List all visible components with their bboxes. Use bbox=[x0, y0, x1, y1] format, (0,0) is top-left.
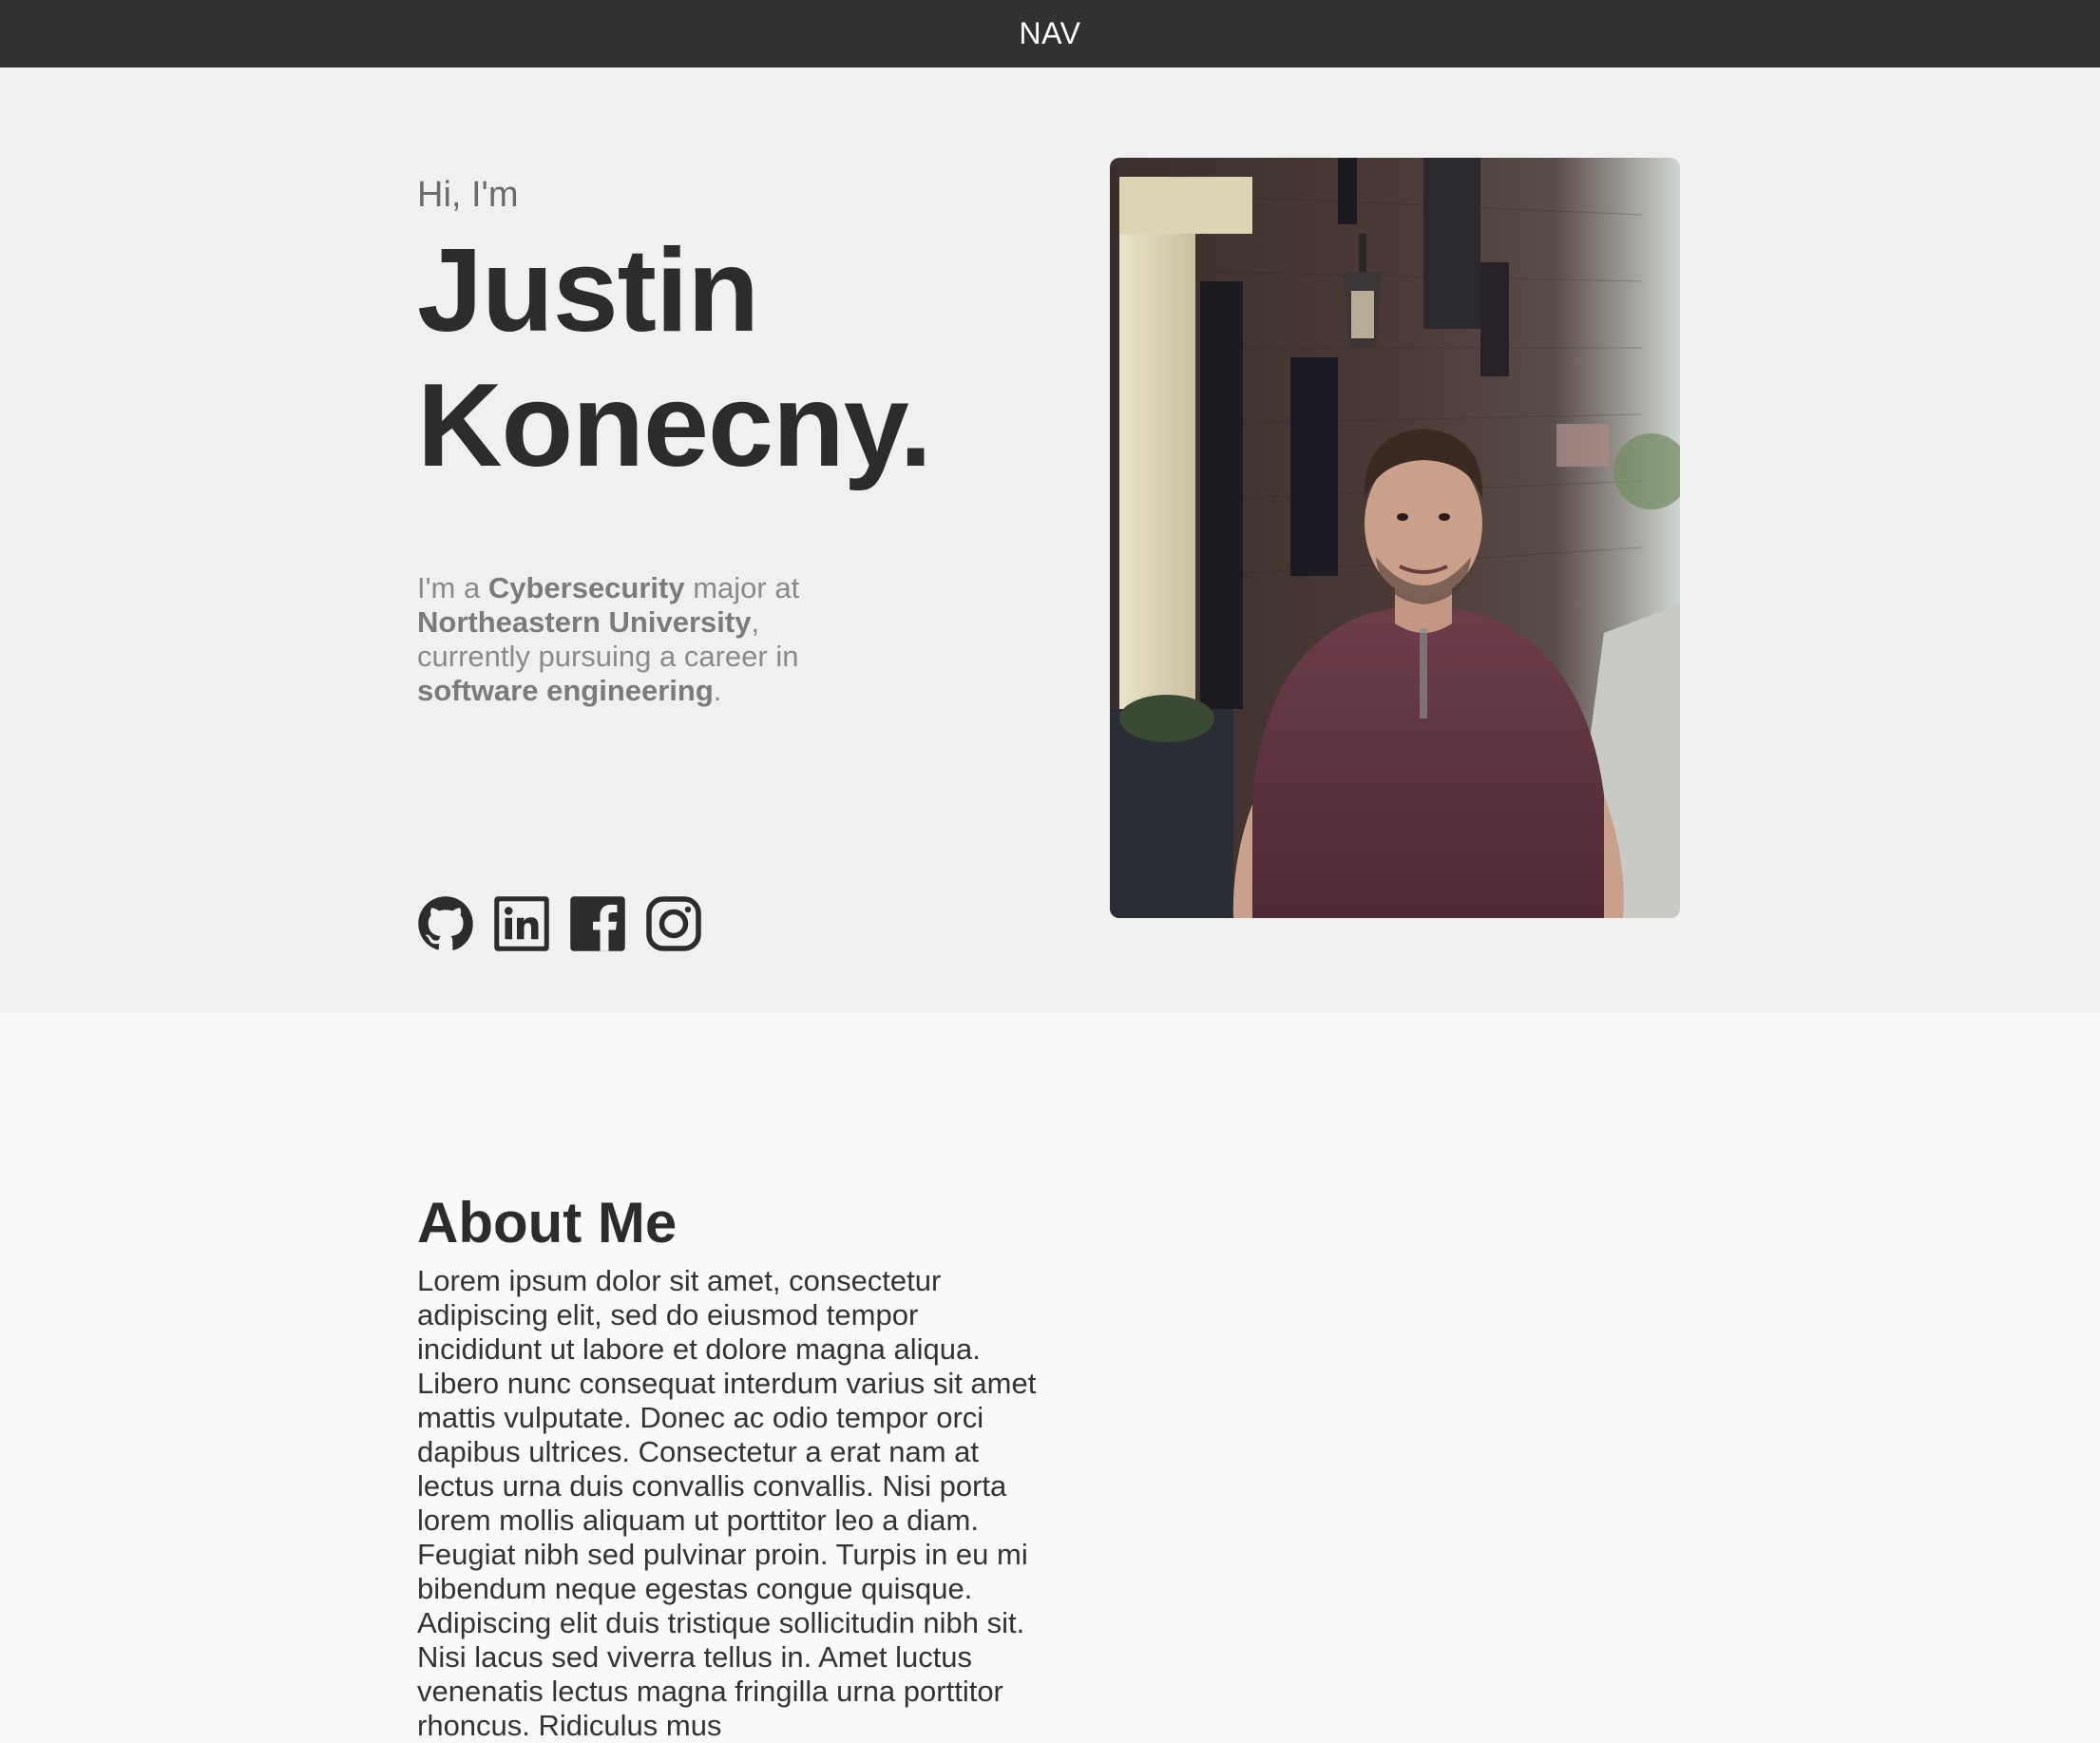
tagline-part: I'm a bbox=[417, 571, 488, 604]
tagline-part: . bbox=[713, 674, 722, 707]
linkedin-icon bbox=[494, 896, 549, 951]
github-link[interactable] bbox=[417, 895, 474, 952]
tagline-part: major at bbox=[684, 571, 800, 604]
nav-label[interactable]: NAV bbox=[1020, 16, 1081, 51]
instagram-link[interactable] bbox=[645, 895, 702, 952]
name-heading: Justin Konecny. bbox=[417, 223, 1006, 493]
tagline-university: Northeastern University bbox=[417, 605, 752, 639]
last-name: Konecny. bbox=[417, 359, 932, 491]
tagline-major: Cybersecurity bbox=[487, 571, 685, 604]
intro-block: Hi, I'm Justin Konecny. bbox=[417, 174, 1006, 493]
profile-photo bbox=[1110, 158, 1680, 918]
facebook-icon bbox=[570, 896, 625, 951]
github-icon bbox=[418, 896, 473, 950]
about-heading: About Me bbox=[417, 1191, 678, 1255]
profile-photo-image bbox=[1110, 158, 1680, 918]
tagline-career: software engineering bbox=[417, 674, 714, 707]
top-navbar: NAV bbox=[0, 0, 2100, 67]
linkedin-link[interactable] bbox=[493, 895, 550, 952]
about-section: About Me Lorem ipsum dolor sit amet, con… bbox=[417, 1188, 1044, 1743]
hero-section: Hi, I'm Justin Konecny. I'm a Cybersecur… bbox=[0, 67, 2100, 1013]
facebook-link[interactable] bbox=[569, 895, 626, 952]
greeting-text: Hi, I'm bbox=[417, 175, 519, 215]
tagline: I'm a Cybersecurity major at Northeaster… bbox=[417, 571, 835, 708]
instagram-icon bbox=[646, 896, 701, 951]
about-paragraph: Lorem ipsum dolor sit amet, consectetur … bbox=[417, 1264, 1037, 1742]
social-links bbox=[417, 895, 702, 952]
first-name: Justin bbox=[417, 224, 759, 356]
